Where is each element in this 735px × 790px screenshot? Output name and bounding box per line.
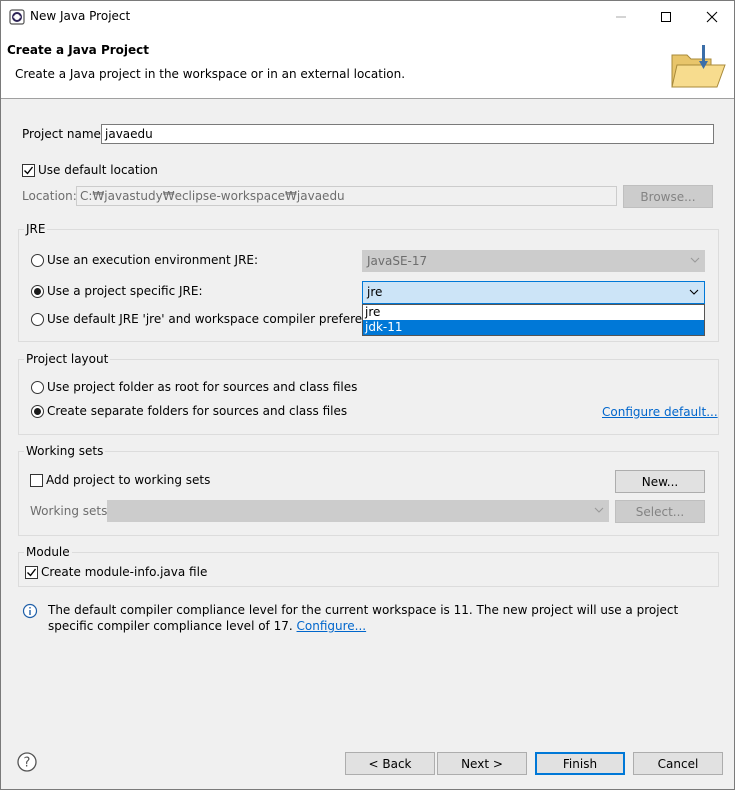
wizard-header: Create a Java Project Create a Java proj… bbox=[1, 33, 734, 99]
wizard-description: Create a Java project in the workspace o… bbox=[15, 67, 406, 81]
eclipse-icon bbox=[9, 9, 25, 25]
project-layout-group-title: Project layout bbox=[24, 352, 111, 366]
finish-button[interactable]: Finish bbox=[535, 752, 625, 775]
module-group-title: Module bbox=[24, 545, 72, 559]
close-icon[interactable] bbox=[689, 1, 734, 33]
jre-dropdown-option-jdk-11[interactable]: jdk-11 bbox=[363, 320, 704, 335]
minimize-icon[interactable] bbox=[598, 1, 644, 33]
use-default-location-checkbox[interactable] bbox=[22, 164, 35, 177]
layout-separate-radio[interactable] bbox=[31, 405, 44, 418]
help-icon[interactable]: ? bbox=[17, 752, 37, 772]
browse-button: Browse... bbox=[623, 185, 713, 208]
create-module-info-checkbox[interactable] bbox=[25, 566, 38, 579]
chevron-down-icon bbox=[594, 504, 604, 518]
chevron-down-icon bbox=[689, 286, 699, 300]
add-to-working-sets-checkbox[interactable] bbox=[30, 474, 43, 487]
add-to-working-sets-label: Add project to working sets bbox=[46, 473, 211, 487]
layout-root-label: Use project folder as root for sources a… bbox=[47, 380, 358, 394]
jre-project-specific-radio[interactable] bbox=[31, 285, 44, 298]
jre-default-label: Use default JRE 'jre' and workspace comp… bbox=[47, 312, 391, 326]
project-name-label: Project name: bbox=[22, 127, 105, 141]
configure-compliance-link[interactable]: Configure... bbox=[297, 619, 367, 633]
wizard-title: Create a Java Project bbox=[7, 43, 150, 57]
jre-dropdown-list[interactable]: jre jdk-11 bbox=[362, 304, 705, 336]
maximize-icon[interactable] bbox=[643, 1, 689, 33]
location-label: Location: bbox=[22, 189, 77, 203]
compliance-info-message: The default compiler compliance level fo… bbox=[48, 602, 720, 634]
working-sets-group-title: Working sets bbox=[24, 444, 106, 458]
project-layout-group bbox=[18, 359, 719, 435]
layout-separate-label: Create separate folders for sources and … bbox=[47, 404, 348, 418]
jre-project-specific-label: Use a project specific JRE: bbox=[47, 284, 203, 298]
working-sets-label: Working sets: bbox=[30, 504, 112, 518]
svg-text:?: ? bbox=[24, 756, 31, 771]
jre-group-title: JRE bbox=[24, 222, 48, 236]
execution-environment-value: JavaSE-17 bbox=[367, 254, 428, 268]
execution-environment-select: JavaSE-17 bbox=[362, 250, 705, 272]
checkmark-icon bbox=[27, 568, 37, 577]
use-default-location-label: Use default location bbox=[38, 163, 158, 177]
working-sets-group bbox=[18, 451, 719, 536]
back-button[interactable]: < Back bbox=[345, 752, 435, 775]
folder-icon bbox=[669, 43, 729, 93]
jre-execution-environment-radio[interactable] bbox=[31, 254, 44, 267]
cancel-button[interactable]: Cancel bbox=[633, 752, 723, 775]
jre-dropdown-option-jre[interactable]: jre bbox=[363, 305, 704, 320]
title-bar[interactable]: New Java Project bbox=[1, 1, 734, 33]
create-module-info-label: Create module-info.java file bbox=[41, 565, 208, 579]
configure-default-link[interactable]: Configure default... bbox=[602, 405, 718, 419]
chevron-down-icon bbox=[690, 254, 700, 268]
next-button[interactable]: Next > bbox=[437, 752, 527, 775]
info-icon bbox=[22, 603, 38, 619]
jre-default-radio[interactable] bbox=[31, 313, 44, 326]
new-working-set-button[interactable]: New... bbox=[615, 470, 705, 493]
new-java-project-dialog: New Java Project Create a Java Project C… bbox=[0, 0, 735, 790]
project-specific-jre-select[interactable]: jre bbox=[362, 281, 705, 304]
project-specific-jre-value: jre bbox=[367, 285, 383, 299]
layout-root-radio[interactable] bbox=[31, 381, 44, 394]
project-name-input[interactable]: javaedu bbox=[101, 124, 714, 144]
working-sets-select bbox=[107, 500, 609, 522]
location-input: C:₩javastudy₩eclipse-workspace₩javaedu bbox=[76, 186, 617, 206]
checkmark-icon bbox=[24, 166, 34, 175]
select-working-sets-button: Select... bbox=[615, 500, 705, 523]
jre-execution-environment-label: Use an execution environment JRE: bbox=[47, 253, 259, 267]
window-title: New Java Project bbox=[30, 9, 131, 23]
